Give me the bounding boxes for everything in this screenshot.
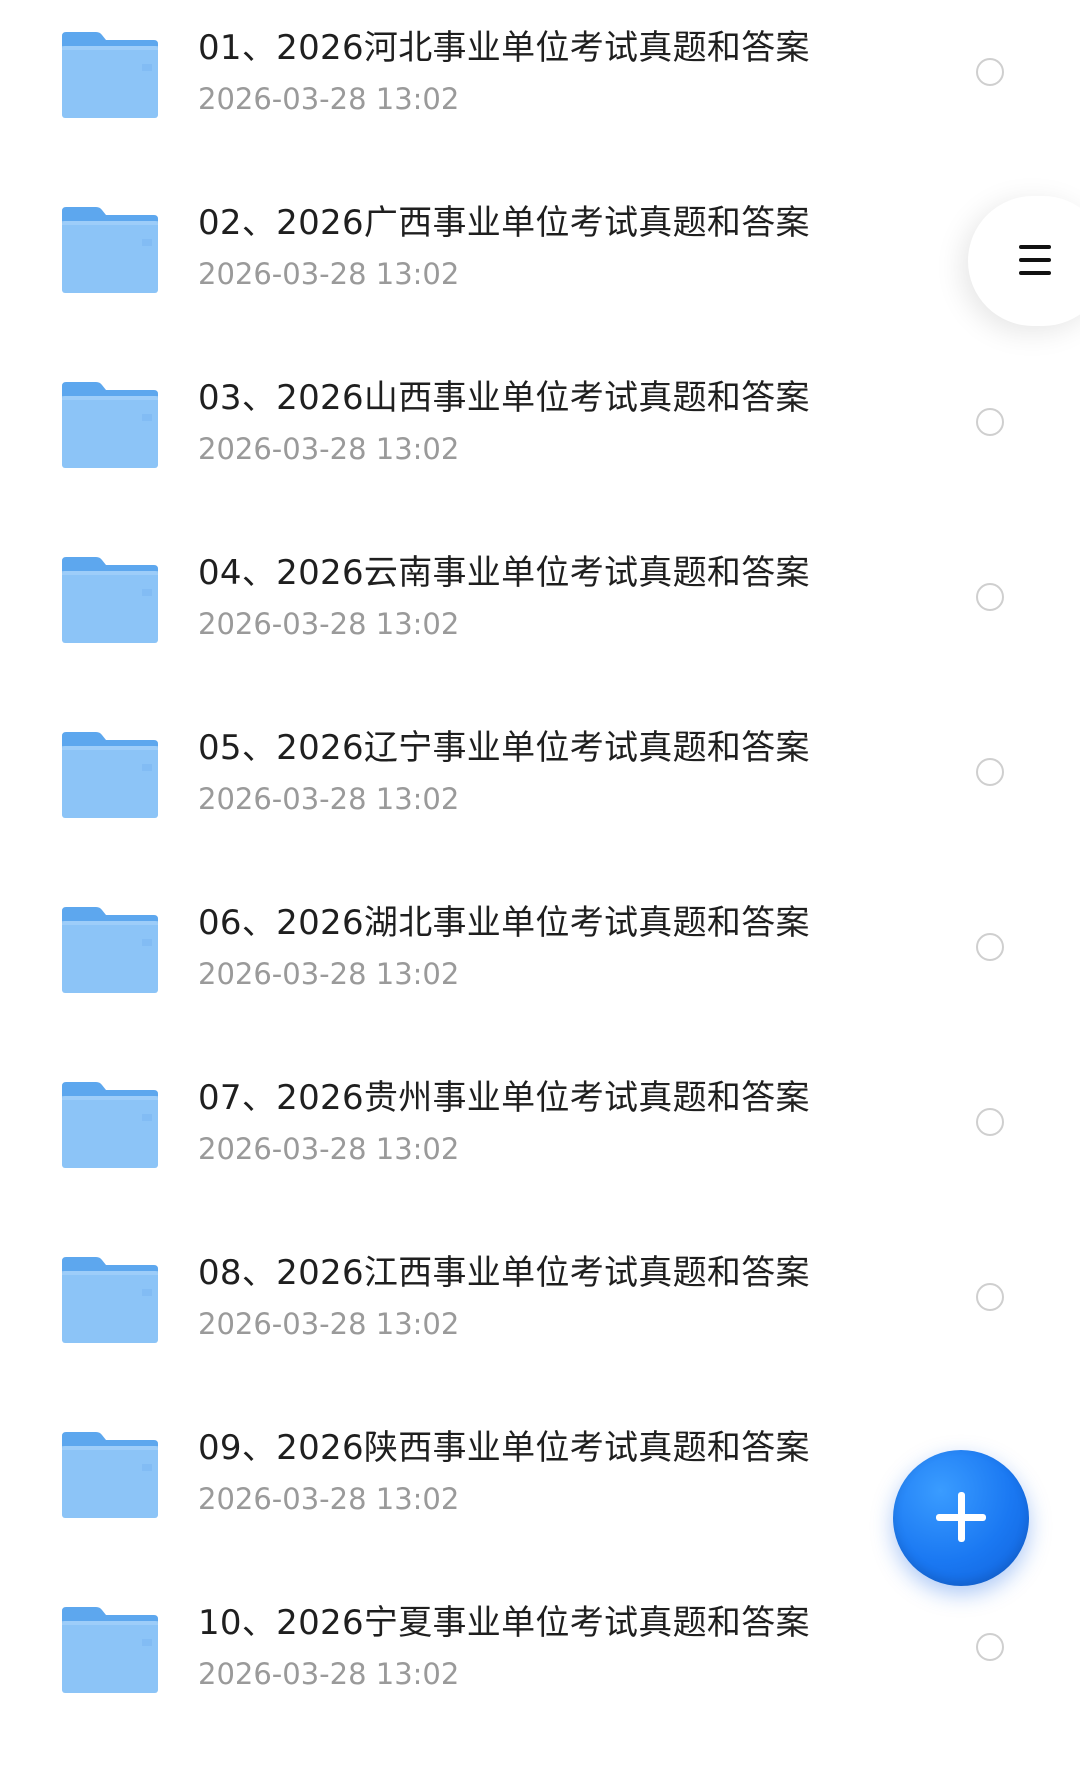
folder-row[interactable]: 05、2026辽宁事业单位考试真题和答案 2026-03-28 13:02 — [0, 700, 1080, 876]
folder-icon — [60, 1255, 160, 1345]
folder-name: 05、2026辽宁事业单位考试真题和答案 — [198, 728, 810, 768]
select-radio[interactable] — [976, 1283, 1004, 1311]
folder-icon — [60, 1080, 160, 1170]
folder-icon — [60, 1605, 160, 1695]
folder-name: 07、2026贵州事业单位考试真题和答案 — [198, 1078, 810, 1118]
folder-name: 04、2026云南事业单位考试真题和答案 — [198, 553, 810, 593]
folder-date: 2026-03-28 13:02 — [198, 782, 460, 816]
folder-date: 2026-03-28 13:02 — [198, 1132, 460, 1166]
folder-name: 08、2026江西事业单位考试真题和答案 — [198, 1253, 810, 1293]
select-radio[interactable] — [976, 1108, 1004, 1136]
folder-row[interactable]: 03、2026山西事业单位考试真题和答案 2026-03-28 13:02 — [0, 350, 1080, 526]
folder-name: 09、2026陕西事业单位考试真题和答案 — [198, 1428, 810, 1468]
add-button[interactable] — [893, 1450, 1029, 1586]
folder-row[interactable]: 06、2026湖北事业单位考试真题和答案 2026-03-28 13:02 — [0, 875, 1080, 1051]
folder-name: 01、2026河北事业单位考试真题和答案 — [198, 28, 810, 68]
folder-icon — [60, 1430, 160, 1520]
folder-date: 2026-03-28 13:02 — [198, 1657, 460, 1691]
folder-row[interactable]: 02、2026广西事业单位考试真题和答案 2026-03-28 13:02 — [0, 175, 1080, 351]
folder-icon — [60, 205, 160, 295]
select-radio[interactable] — [976, 408, 1004, 436]
folder-row[interactable]: 07、2026贵州事业单位考试真题和答案 2026-03-28 13:02 — [0, 1050, 1080, 1226]
folder-icon — [60, 730, 160, 820]
folder-icon — [60, 905, 160, 995]
select-radio[interactable] — [976, 758, 1004, 786]
folder-row[interactable]: 01、2026河北事业单位考试真题和答案 2026-03-28 13:02 — [0, 0, 1080, 176]
select-radio[interactable] — [976, 583, 1004, 611]
select-radio[interactable] — [976, 58, 1004, 86]
folder-name: 06、2026湖北事业单位考试真题和答案 — [198, 903, 810, 943]
select-radio[interactable] — [976, 933, 1004, 961]
folder-date: 2026-03-28 13:02 — [198, 957, 460, 991]
folder-date: 2026-03-28 13:02 — [198, 607, 460, 641]
folder-date: 2026-03-28 13:02 — [198, 257, 460, 291]
select-radio[interactable] — [976, 1633, 1004, 1661]
folder-date: 2026-03-28 13:02 — [198, 82, 460, 116]
folder-row[interactable]: 08、2026江西事业单位考试真题和答案 2026-03-28 13:02 — [0, 1225, 1080, 1401]
folder-icon — [60, 380, 160, 470]
folder-date: 2026-03-28 13:02 — [198, 1307, 460, 1341]
folder-row[interactable]: 10、2026宁夏事业单位考试真题和答案 2026-03-28 13:02 — [0, 1575, 1080, 1751]
folder-date: 2026-03-28 13:02 — [198, 1482, 460, 1516]
folder-name: 03、2026山西事业单位考试真题和答案 — [198, 378, 810, 418]
folder-name: 02、2026广西事业单位考试真题和答案 — [198, 203, 810, 243]
folder-name: 10、2026宁夏事业单位考试真题和答案 — [198, 1603, 810, 1643]
folder-icon — [60, 555, 160, 645]
folder-date: 2026-03-28 13:02 — [198, 432, 460, 466]
folder-row[interactable]: 04、2026云南事业单位考试真题和答案 2026-03-28 13:02 — [0, 525, 1080, 701]
folder-icon — [60, 30, 160, 120]
